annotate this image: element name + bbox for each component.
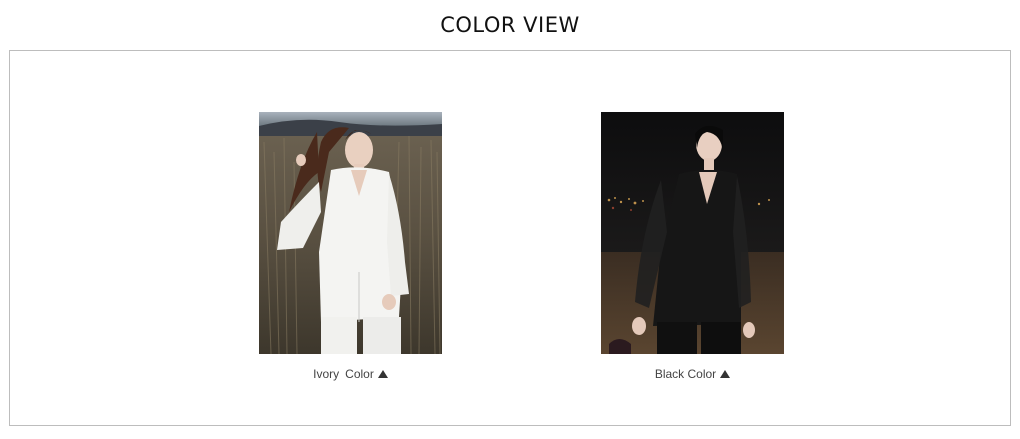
color-card-black[interactable]: Black Color: [601, 112, 784, 381]
color-word: Color: [345, 367, 374, 381]
color-word: Color: [687, 367, 717, 381]
color-name: Ivory: [313, 367, 340, 381]
page-title: COLOR VIEW: [440, 13, 580, 37]
color-card-ivory[interactable]: Ivory Color: [259, 112, 442, 381]
color-name: Black: [654, 367, 685, 381]
color-label-ivory[interactable]: Ivory Color: [259, 367, 442, 381]
black-model-photo: [601, 112, 784, 354]
color-view-panel: Ivory Color Black Color: [9, 50, 1011, 426]
color-label-black[interactable]: Black Color: [601, 367, 784, 381]
ivory-model-photo: [259, 112, 442, 354]
triangle-up-icon: [720, 370, 731, 378]
triangle-up-icon: [377, 370, 388, 378]
